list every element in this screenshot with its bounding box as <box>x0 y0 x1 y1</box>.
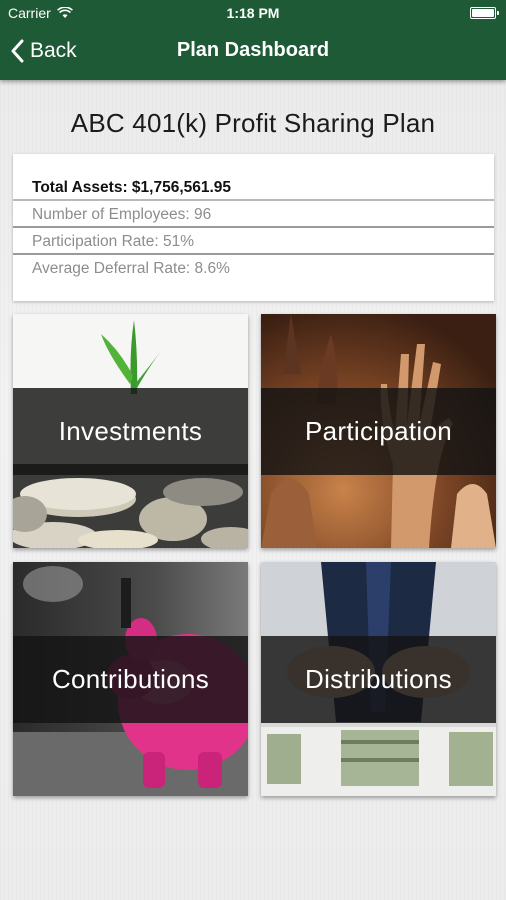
distributions-tile[interactable]: Distributions <box>261 562 496 796</box>
status-time: 1:18 PM <box>226 5 280 21</box>
investments-label-band: Investments <box>13 388 248 475</box>
average-deferral-rate: Average Deferral Rate: 8.6% <box>32 260 230 277</box>
navigation-bar: Back Plan Dashboard <box>0 28 506 76</box>
participation-label: Participation <box>305 416 452 446</box>
contributions-label-band: Contributions <box>13 636 248 723</box>
plan-stats-card: Total Assets: $1,756,561.95 Number of Em… <box>13 154 494 301</box>
total-assets: Total Assets: $1,756,561.95 <box>13 174 494 201</box>
contributions-label: Contributions <box>51 664 210 694</box>
participation-tile[interactable]: Participation <box>261 314 496 548</box>
top-bar: Carrier 1:18 PM Back Plan Dashboard <box>0 0 506 80</box>
plan-name: ABC 401(k) Profit Sharing Plan <box>70 108 436 138</box>
investments-tile[interactable]: Investments <box>13 314 248 548</box>
investments-label: Investments <box>58 416 203 446</box>
contributions-tile[interactable]: Contributions <box>13 562 248 796</box>
number-of-employees: Number of Employees: 96 <box>13 201 494 228</box>
page-title: Plan Dashboard <box>176 39 330 61</box>
status-bar: Carrier 1:18 PM <box>0 0 506 26</box>
distributions-label: Distributions <box>305 664 452 694</box>
battery-icon <box>470 7 499 19</box>
distributions-label-band: Distributions <box>261 636 496 723</box>
participation-rate: Participation Rate: 51% <box>13 228 494 255</box>
participation-label-band: Participation <box>261 388 496 475</box>
